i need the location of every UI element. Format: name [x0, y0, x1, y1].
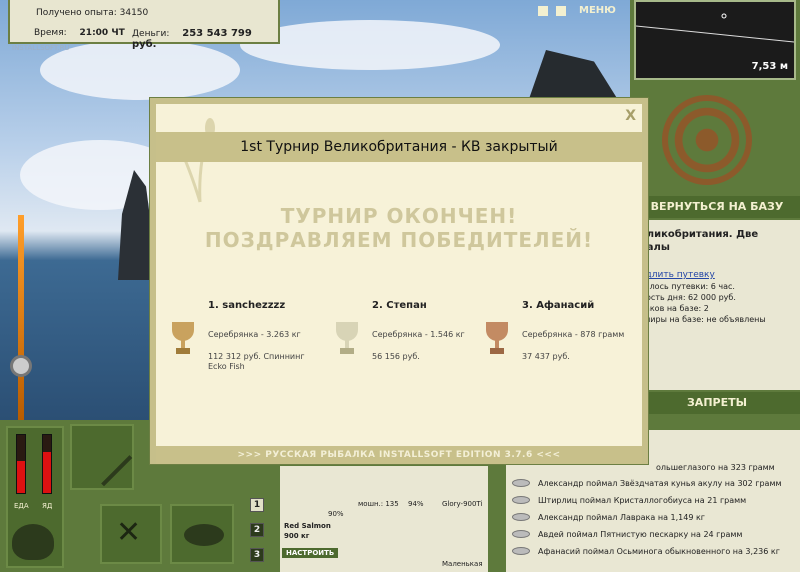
rod-slot-2[interactable]: 2 — [250, 523, 264, 537]
tournaments-info: рниры на базе: не объявлены — [640, 315, 766, 324]
reel-label: мошн.: 135 — [358, 500, 399, 508]
pause-icon[interactable] — [538, 6, 548, 16]
money-label: Деньги: — [132, 29, 170, 39]
catch-text: Штирлиц поймал Кристаллогобиуса на 21 гр… — [538, 495, 747, 505]
food-meter — [16, 434, 26, 494]
catch-text: Александр поймал Лаврака на 1,149 кг — [538, 512, 705, 522]
location-info: еликобритания. Две калы одлить путевку т… — [634, 220, 800, 390]
congrats-heading: ПОЗДРАВЛЯЕМ ПОБЕДИТЕЛЕЙ! — [204, 228, 594, 252]
minimap[interactable]: 7,53 м — [634, 0, 796, 80]
tackle-panel: 90% Red Salmon 900 кг НАСТРОИТЬ мошн.: 1… — [280, 466, 488, 572]
location-title-2: калы — [640, 242, 670, 253]
list-item: Афанасий поймал Осьминога обыкновенного … — [512, 544, 780, 558]
poison-meter — [42, 434, 52, 494]
list-item: Александр поймал Звёздчатая кунья акулу … — [512, 476, 782, 490]
player-info: Получено опыта: 34150 Время: 21:00 ЧТ Де… — [8, 0, 280, 50]
exp-label: Получено опыта: — [36, 8, 117, 18]
list-item: ольшеглазого на 323 грамм — [656, 460, 775, 474]
fish-name: Red Salmon — [284, 522, 331, 530]
fish-icon — [512, 530, 530, 538]
fish-icon — [512, 513, 530, 521]
dialog-footer: >>> РУССКАЯ РЫБАЛКА INSTALLSOFT EDITION … — [156, 446, 642, 464]
baits-count: баков на базе: 2 — [640, 304, 709, 313]
dialog-title: 1st Турнир Великобритания - КВ закрытый — [156, 132, 642, 162]
fish-icon — [512, 547, 530, 555]
eat-tile[interactable]: ✕ — [100, 504, 162, 564]
fork-knife-icon: ✕ — [116, 515, 142, 550]
extend-trip-link[interactable]: одлить путевку — [640, 270, 794, 281]
winner-fish: Серебрянка - 1.546 кг — [372, 330, 465, 339]
trophy-icon — [336, 322, 358, 354]
finish-heading: ТУРНИР ОКОНЧЕН! — [280, 204, 518, 228]
rod-percent: 90% — [328, 510, 344, 518]
winner-2: 2. Степан Серебрянка - 1.546 кг 56 156 р… — [332, 300, 482, 361]
winner-fish: Серебрянка - 3.263 кг — [208, 330, 301, 339]
fishing-rod[interactable] — [18, 215, 24, 420]
setup-button[interactable]: НАСТРОИТЬ — [282, 548, 339, 558]
menu-button[interactable]: МЕНЮ — [579, 5, 616, 16]
depth-readout: 7,53 м — [751, 61, 788, 72]
list-item: Александр поймал Лаврака на 1,149 кг — [512, 510, 705, 524]
lure-label: Маленькая — [442, 560, 483, 568]
close-button[interactable]: X — [625, 108, 636, 124]
rods-tile[interactable] — [70, 424, 134, 490]
poison-label: ЯД — [42, 502, 53, 510]
catch-text: Афанасий поймал Осьминога обыкновенного … — [538, 546, 780, 556]
fish-icon — [184, 524, 224, 546]
rod-icon — [75, 429, 133, 487]
pot-icon[interactable] — [12, 524, 54, 560]
catch-text: Александр поймал Звёздчатая кунья акулу … — [538, 478, 782, 488]
winner-prize: 112 312 руб. Спиннинг Ecko Fish — [208, 352, 305, 371]
fish-icon — [512, 479, 530, 487]
sound-icon[interactable] — [556, 6, 566, 16]
trophy-icon — [172, 322, 194, 354]
list-item: Авдей поймал Пятнистую пескарку на 24 гр… — [512, 527, 742, 541]
winner-fish: Серебрянка - 878 грамм — [522, 330, 625, 339]
winner-1: 1. sanchezzzz Серебрянка - 3.263 кг 112 … — [168, 300, 318, 371]
winner-name: 2. Степан — [372, 300, 427, 311]
fish-weight: 900 кг — [284, 532, 310, 540]
winner-prize: 56 156 руб. — [372, 352, 420, 361]
time-value: 21:00 ЧТ — [79, 28, 125, 38]
fish-tile[interactable] — [170, 504, 234, 564]
location-title: еликобритания. Две — [640, 229, 759, 240]
winner-3: 3. Афанасий Серебрянка - 878 грамм 37 43… — [482, 300, 632, 361]
list-item: Штирлиц поймал Кристаллогобиуса на 21 гр… — [512, 493, 746, 507]
winner-name: 3. Афанасий — [522, 300, 595, 311]
bans-button[interactable]: ЗАПРЕТЫ — [634, 392, 800, 414]
trophy-icon — [486, 322, 508, 354]
catch-text: Авдей поймал Пятнистую пескарку на 24 гр… — [538, 529, 743, 539]
time-label: Время: — [34, 28, 67, 38]
status-meters: ЕДА ЯД — [6, 426, 64, 568]
exp-value: 34150 — [119, 8, 149, 18]
rod-slot-3[interactable]: 3 — [250, 548, 264, 562]
helm-wheel-icon[interactable] — [662, 95, 752, 185]
catch-text: ольшеглазого на 323 грамм — [656, 462, 775, 472]
rod-slot-1[interactable]: 1 — [250, 498, 264, 512]
fish-icon — [512, 496, 530, 504]
line-label: Glory-900Ti — [442, 500, 483, 508]
day-cost: мость дня: 62 000 руб. — [640, 293, 736, 302]
return-base-button[interactable]: ВЕРНУТЬСЯ НА БАЗУ — [634, 196, 800, 218]
watermark: INSTALLSOFT.RU — [12, 44, 70, 52]
food-label: ЕДА — [14, 502, 29, 510]
winner-prize: 37 437 руб. — [522, 352, 570, 361]
tournament-results-dialog: X 1st Турнир Великобритания - КВ закрыты… — [150, 98, 648, 464]
trip-left: талось путевки: 6 час. — [640, 282, 735, 291]
reel-icon[interactable] — [10, 355, 32, 377]
winner-name: 1. sanchezzzz — [208, 300, 286, 311]
reel-percent: 94% — [408, 500, 424, 508]
